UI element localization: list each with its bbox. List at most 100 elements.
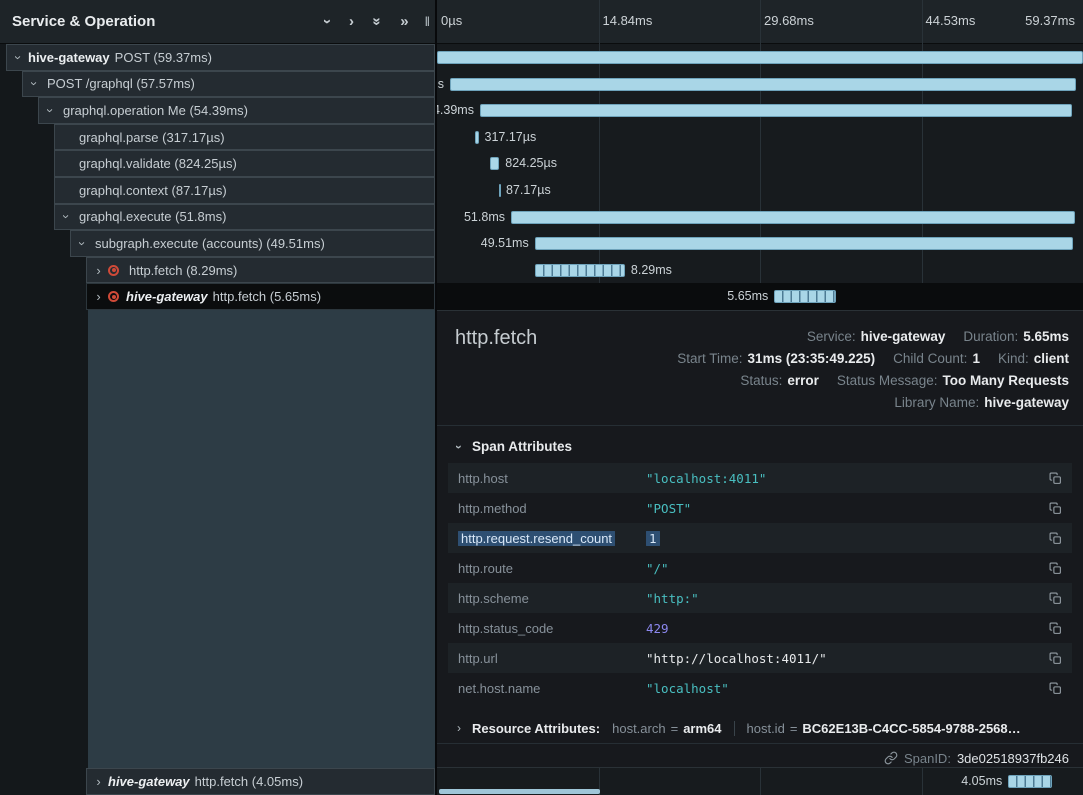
span-duration-bar[interactable] (535, 237, 1074, 250)
tree-row-card[interactable]: ›hive-gatewayhttp.fetch (4.05ms) (86, 768, 435, 795)
timeline-rows: 59.37ms57.57ms54.39ms 317.17µs 824.25µs87.… (437, 44, 1083, 310)
span-duration-bar[interactable] (535, 264, 625, 277)
chevron-down-icon[interactable]: › (12, 50, 25, 65)
tree-row[interactable]: ›graphql.operation Me (54.39ms) (0, 97, 435, 124)
span-label: subgraph.execute (accounts) (49.51ms) (95, 236, 325, 251)
copy-icon[interactable] (1049, 652, 1062, 665)
attribute-row[interactable]: http.method"POST" (448, 493, 1072, 523)
span-duration-bar[interactable] (480, 104, 1072, 117)
panel-resize-handle[interactable]: ‖ (425, 14, 430, 29)
tree-row[interactable]: graphql.parse (317.17µs) (0, 124, 435, 151)
meta-label: Status Message: (837, 373, 938, 388)
chevron-down-icon[interactable]: › (44, 103, 57, 118)
tree-row[interactable]: › POST /graphql (57.57ms) (0, 71, 435, 98)
timeline-row[interactable]: 49.51ms (437, 230, 1083, 257)
indent-spacer (0, 768, 86, 795)
copy-icon[interactable] (1049, 472, 1062, 485)
span-tree: ›hive-gatewayPOST (59.37ms)›POST /graphq… (0, 44, 435, 310)
tree-row[interactable]: ›hive-gatewayhttp.fetch (4.05ms) (0, 768, 435, 795)
span-attributes-header[interactable]: › Span Attributes (453, 439, 572, 454)
tree-row[interactable]: graphql.validate (824.25µs) (0, 150, 435, 177)
span-duration-bar[interactable] (475, 131, 478, 144)
attribute-value-cell: 1 (646, 531, 1041, 546)
equals-sign: = (790, 721, 798, 736)
attribute-row[interactable]: http.scheme"http:" (448, 583, 1072, 613)
chevron-right-icon[interactable]: › (91, 775, 106, 788)
chevron-right-icon[interactable]: › (91, 264, 106, 277)
chevron-down-icon[interactable]: › (76, 236, 89, 251)
tree-row-card[interactable]: › POST /graphql (57.57ms) (22, 71, 435, 98)
tree-row-card[interactable]: graphql.validate (824.25µs) (54, 150, 435, 177)
copy-icon[interactable] (1049, 562, 1062, 575)
tree-row-card[interactable]: ›graphql.execute (51.8ms) (54, 204, 435, 231)
tree-row-card[interactable]: ›http.fetch (8.29ms) (86, 257, 435, 284)
tree-row[interactable]: ›hive-gatewayhttp.fetch (5.65ms) (0, 283, 435, 310)
copy-icon[interactable] (1049, 502, 1062, 515)
double-chevron-right-icon[interactable]: » (400, 14, 408, 29)
copy-icon[interactable] (1049, 532, 1062, 545)
span-duration-bar[interactable] (774, 290, 835, 303)
resource-attributes-title: Resource Attributes: (472, 721, 600, 736)
time-axis-label: 14.84ms (603, 13, 653, 28)
copy-icon[interactable] (1049, 622, 1062, 635)
tree-row-card[interactable]: ›graphql.operation Me (54.39ms) (38, 97, 435, 124)
timeline-row[interactable]: 57.57ms (437, 71, 1083, 98)
attribute-row[interactable]: http.status_code 429 (448, 613, 1072, 643)
attribute-row[interactable]: http.host"localhost:4011" (448, 463, 1072, 493)
span-duration-bar[interactable] (450, 78, 1076, 91)
attribute-row[interactable]: net.host.name"localhost" (448, 673, 1072, 703)
span-label: POST /graphql (57.57ms) (47, 76, 195, 91)
tree-row[interactable]: ›http.fetch (8.29ms) (0, 257, 435, 284)
timeline-row[interactable]: 824.25µs (437, 150, 1083, 177)
timeline-row[interactable]: 317.17µs (437, 124, 1083, 151)
chevron-right-icon[interactable]: › (349, 14, 354, 29)
resource-attributes-row[interactable]: › Resource Attributes: host.arch=arm64ho… (453, 717, 1021, 739)
tree-row-card[interactable]: graphql.parse (317.17µs) (54, 124, 435, 151)
resource-key: host.id (747, 721, 785, 736)
chevron-down-icon[interactable]: › (28, 76, 41, 91)
tree-row[interactable]: graphql.context (87.17µs) (0, 177, 435, 204)
timeline-row[interactable]: 5.65ms (437, 283, 1083, 310)
attribute-value: 429 (646, 621, 669, 636)
bar-duration-label: 5.65ms (727, 290, 768, 303)
tree-row[interactable]: ›hive-gatewayPOST (59.37ms) (0, 44, 435, 71)
copy-icon[interactable] (1049, 592, 1062, 605)
tree-row-card[interactable]: graphql.context (87.17µs) (54, 177, 435, 204)
horizontal-scrollbar-thumb[interactable] (439, 789, 600, 794)
equals-sign: = (671, 721, 679, 736)
link-icon[interactable] (884, 751, 898, 765)
meta-label: Kind: (998, 351, 1029, 366)
attribute-row[interactable]: http.url"http://localhost:4011/" (448, 643, 1072, 673)
span-tree-overflow: ›hive-gatewayhttp.fetch (4.05ms) (0, 768, 435, 795)
attribute-value-cell: "localhost:4011" (646, 471, 1041, 486)
timeline-row[interactable]: 87.17µs (437, 177, 1083, 204)
attribute-row[interactable]: http.request.resend_count1 (448, 523, 1072, 553)
chevron-down-icon[interactable]: › (60, 209, 73, 224)
double-chevron-down-icon[interactable]: » (370, 17, 385, 25)
timeline-row[interactable]: 51.8ms (437, 204, 1083, 231)
detail-divider (437, 425, 1083, 426)
span-duration-bar[interactable] (1008, 775, 1052, 788)
timeline-row[interactable]: 54.39ms (437, 97, 1083, 124)
span-duration-bar[interactable] (499, 184, 501, 197)
attribute-row[interactable]: http.route"/" (448, 553, 1072, 583)
tree-row[interactable]: › subgraph.execute (accounts) (49.51ms) (0, 230, 435, 257)
span-duration-bar[interactable] (437, 51, 1083, 64)
timeline-row[interactable]: 8.29ms (437, 257, 1083, 284)
bar-duration-label: 317.17µs (485, 131, 537, 144)
attribute-key: http.status_code (458, 621, 553, 636)
resource-value: arm64 (683, 721, 721, 736)
span-id-value: 3de02518937fb246 (957, 751, 1069, 766)
tree-row-card[interactable]: › subgraph.execute (accounts) (49.51ms) (70, 230, 435, 257)
tree-row-card[interactable]: ›hive-gatewayhttp.fetch (5.65ms) (86, 283, 435, 310)
timeline-row[interactable]: 59.37ms (437, 44, 1083, 71)
span-duration-bar[interactable] (511, 211, 1075, 224)
tree-row-card[interactable]: ›hive-gatewayPOST (59.37ms) (6, 44, 435, 71)
span-duration-bar[interactable] (490, 157, 499, 170)
chevron-down-icon[interactable]: › (320, 19, 335, 24)
resource-attributes-items: host.arch=arm64host.id=BC62E13B-C4CC-585… (612, 721, 1021, 736)
tree-row[interactable]: ›graphql.execute (51.8ms) (0, 204, 435, 231)
chevron-right-icon[interactable]: › (91, 290, 106, 303)
copy-icon[interactable] (1049, 682, 1062, 695)
indent-spacer (0, 177, 54, 204)
